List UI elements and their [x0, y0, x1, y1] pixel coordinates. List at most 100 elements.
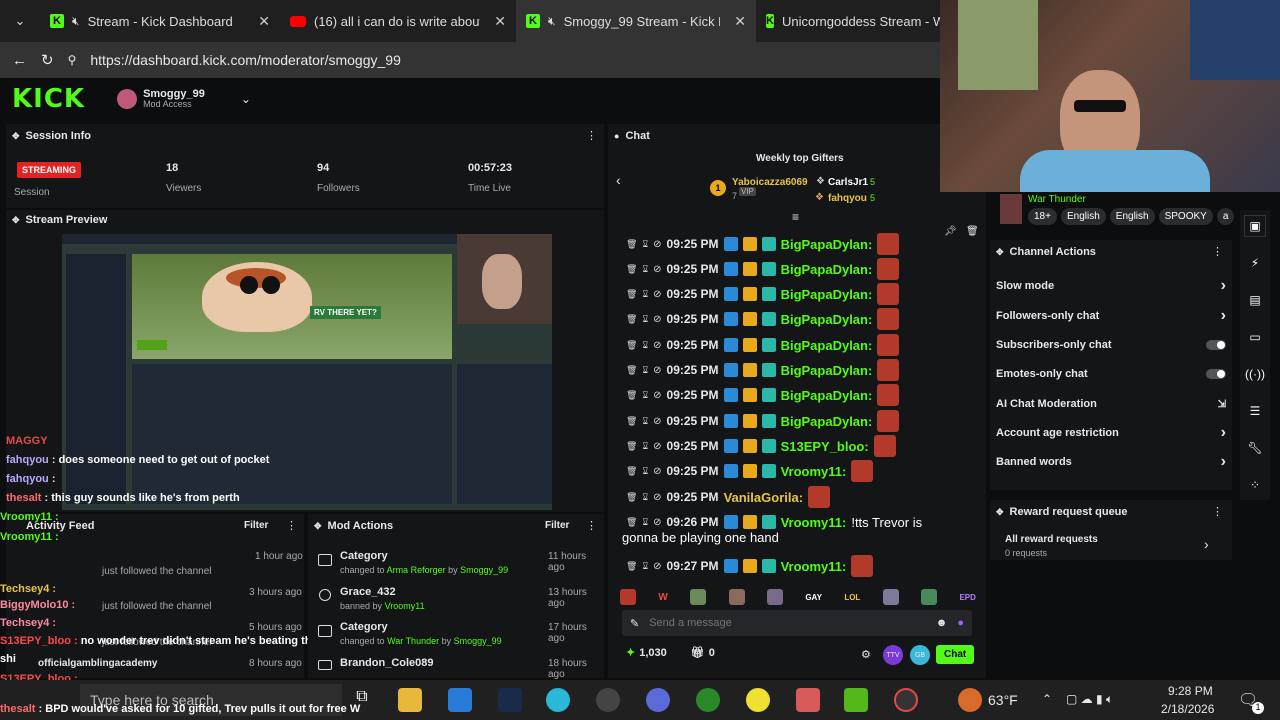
weather-temp[interactable]: 63°F: [988, 692, 1018, 708]
timeout-icon[interactable]: ⌛︎: [642, 390, 648, 401]
clock-date[interactable]: 2/18/2026: [1161, 702, 1214, 716]
apps-icon[interactable]: ⁘: [1244, 474, 1266, 496]
chat-username[interactable]: BigPapaDylan:: [781, 262, 873, 277]
chat-username[interactable]: Vroomy11:: [781, 559, 847, 574]
grip-icon[interactable]: ✥: [996, 507, 1004, 518]
delete-icon[interactable]: 🗑︎: [626, 264, 637, 275]
chat-username[interactable]: BigPapaDylan:: [781, 414, 873, 429]
channel-action-row[interactable]: Slow mode ›: [996, 276, 1226, 296]
pin-icon[interactable]: 📌︎: [944, 226, 957, 237]
channel-action-row[interactable]: Account age restriction ›: [996, 423, 1226, 443]
tray-icons[interactable]: ▢ ☁ ▮ 🔈︎: [1066, 692, 1113, 707]
mute-icon[interactable]: 🔇︎: [72, 14, 80, 29]
timeout-icon[interactable]: ⌛︎: [642, 416, 648, 427]
channel-action-row[interactable]: Banned words ›: [996, 452, 1226, 472]
chevron-right-icon[interactable]: ›: [1221, 424, 1226, 442]
weather-icon[interactable]: [958, 688, 982, 712]
ban-icon[interactable]: ⊘: [653, 492, 661, 503]
chat-username[interactable]: BigPapaDylan:: [781, 237, 873, 252]
steam-icon[interactable]: [498, 688, 522, 712]
ban-icon[interactable]: ⊘: [653, 289, 661, 300]
url-field[interactable]: https://dashboard.kick.com/moderator/smo…: [90, 52, 401, 68]
broadcast-icon[interactable]: ((·)): [1244, 363, 1266, 385]
timeout-icon[interactable]: ⌛︎: [642, 289, 648, 300]
delete-icon[interactable]: 🗑︎: [626, 239, 637, 250]
xbox-icon[interactable]: [696, 688, 720, 712]
chat-username[interactable]: Vroomy11:: [781, 515, 847, 530]
close-tab-icon[interactable]: ✕: [494, 13, 506, 30]
timeout-icon[interactable]: ⌛︎: [642, 441, 648, 452]
store-icon[interactable]: [448, 688, 472, 712]
ban-icon[interactable]: ⊘: [653, 561, 661, 572]
emote-icon[interactable]: [766, 589, 783, 605]
grip-icon[interactable]: ✥: [12, 131, 20, 142]
discord-icon[interactable]: [646, 688, 670, 712]
chat-username[interactable]: BigPapaDylan:: [781, 388, 873, 403]
delete-icon[interactable]: 🗑︎: [626, 441, 637, 452]
chat-username[interactable]: BigPapaDylan:: [781, 287, 873, 302]
emote-icon[interactable]: EPD: [959, 593, 975, 602]
browser-tab-4[interactable]: K Unicorngoddess Stream - W: [756, 0, 940, 42]
chat-username[interactable]: BigPapaDylan:: [781, 338, 873, 353]
delete-icon[interactable]: 🗑︎: [626, 492, 637, 503]
category-name[interactable]: War Thunder: [1028, 194, 1086, 205]
toggle-switch[interactable]: [1206, 340, 1226, 350]
channel-action-row[interactable]: AI Chat Moderation ⇲: [996, 394, 1226, 414]
emote-icon[interactable]: [620, 589, 636, 605]
emote-icon[interactable]: [921, 589, 938, 605]
delete-icon[interactable]: 🗑︎: [626, 517, 637, 528]
kick-emote-icon[interactable]: ●: [957, 617, 964, 629]
emote-icon[interactable]: [728, 589, 745, 605]
more-options-icon[interactable]: ⋮: [586, 519, 597, 532]
channel-action-row[interactable]: Subscribers-only chat: [996, 335, 1226, 355]
timeout-icon[interactable]: ⌛︎: [642, 314, 648, 325]
browser-tab-3-active[interactable]: K 🔇︎ Smoggy_99 Stream - Kick Da ✕: [516, 0, 756, 42]
emote-icon[interactable]: [690, 589, 707, 605]
chat-message[interactable]: 🗑︎ ⌛︎ ⊘ 09:25 PM Vroomy11:: [618, 459, 874, 483]
timeout-icon[interactable]: ⌛︎: [642, 264, 648, 275]
external-link-icon[interactable]: ⇲: [1218, 399, 1226, 410]
chevron-right-icon[interactable]: ›: [1221, 453, 1226, 471]
chat-username[interactable]: BigPapaDylan:: [781, 312, 873, 327]
document-icon[interactable]: ▤: [1244, 289, 1266, 311]
emote-icon[interactable]: GAY: [805, 593, 822, 602]
chevron-down-icon[interactable]: ⌄: [241, 92, 251, 106]
ban-icon[interactable]: ⊘: [653, 340, 661, 351]
emote-icon[interactable]: [882, 589, 899, 605]
chat-input-box[interactable]: ✎ ☻ ●: [622, 610, 972, 636]
tts-icon[interactable]: TTV: [883, 645, 903, 665]
channel-points[interactable]: ✦ 1,030 🎁︎ 0: [626, 646, 715, 660]
app-icon[interactable]: [796, 688, 820, 712]
site-info-icon[interactable]: ⚲: [68, 53, 77, 67]
all-rewards-link[interactable]: All reward requests: [1005, 534, 1098, 545]
timeout-icon[interactable]: ⌛︎: [642, 517, 648, 528]
ban-icon[interactable]: ⊘: [653, 264, 661, 275]
chat-username[interactable]: Vroomy11:: [781, 464, 847, 479]
app-icon[interactable]: [894, 688, 918, 712]
chat-message[interactable]: 🗑︎ ⌛︎ ⊘ 09:25 PM BigPapaDylan:: [618, 333, 900, 357]
app-icon[interactable]: [844, 688, 868, 712]
chevron-right-icon[interactable]: ›: [1204, 536, 1209, 552]
mute-icon[interactable]: 🔇︎: [548, 14, 556, 29]
list-icon[interactable]: ☰: [1244, 400, 1266, 422]
emote-icon[interactable]: LOL: [844, 593, 860, 602]
ban-icon[interactable]: ⊘: [653, 365, 661, 376]
grip-icon[interactable]: ✥: [314, 521, 322, 532]
chat-username[interactable]: S13EPY_bloo:: [781, 439, 869, 454]
ban-icon[interactable]: ⊘: [653, 441, 661, 452]
timeout-icon[interactable]: ⌛︎: [642, 561, 648, 572]
grip-icon[interactable]: ✥: [996, 247, 1004, 258]
more-options-icon[interactable]: ⋮: [1212, 505, 1223, 518]
settings-icon[interactable]: ⚙: [861, 648, 871, 661]
chat-username[interactable]: VanilaGorila:: [724, 490, 803, 505]
tab-list-dropdown-icon[interactable]: ⌄: [0, 0, 40, 42]
channel-action-row[interactable]: Followers-only chat ›: [996, 306, 1226, 326]
wrench-icon[interactable]: 🔧︎: [1244, 437, 1266, 459]
emote-icon[interactable]: W: [658, 592, 667, 603]
obs-icon[interactable]: [596, 688, 620, 712]
send-chat-button[interactable]: Chat: [936, 645, 975, 664]
chat-message[interactable]: 🗑︎ ⌛︎ ⊘ 09:25 PM BigPapaDylan:: [618, 282, 900, 306]
ban-icon[interactable]: ⊘: [653, 416, 661, 427]
delete-icon[interactable]: 🗑︎: [626, 561, 637, 572]
chat-message[interactable]: 🗑︎ ⌛︎ ⊘ 09:27 PM Vroomy11:: [618, 554, 874, 578]
